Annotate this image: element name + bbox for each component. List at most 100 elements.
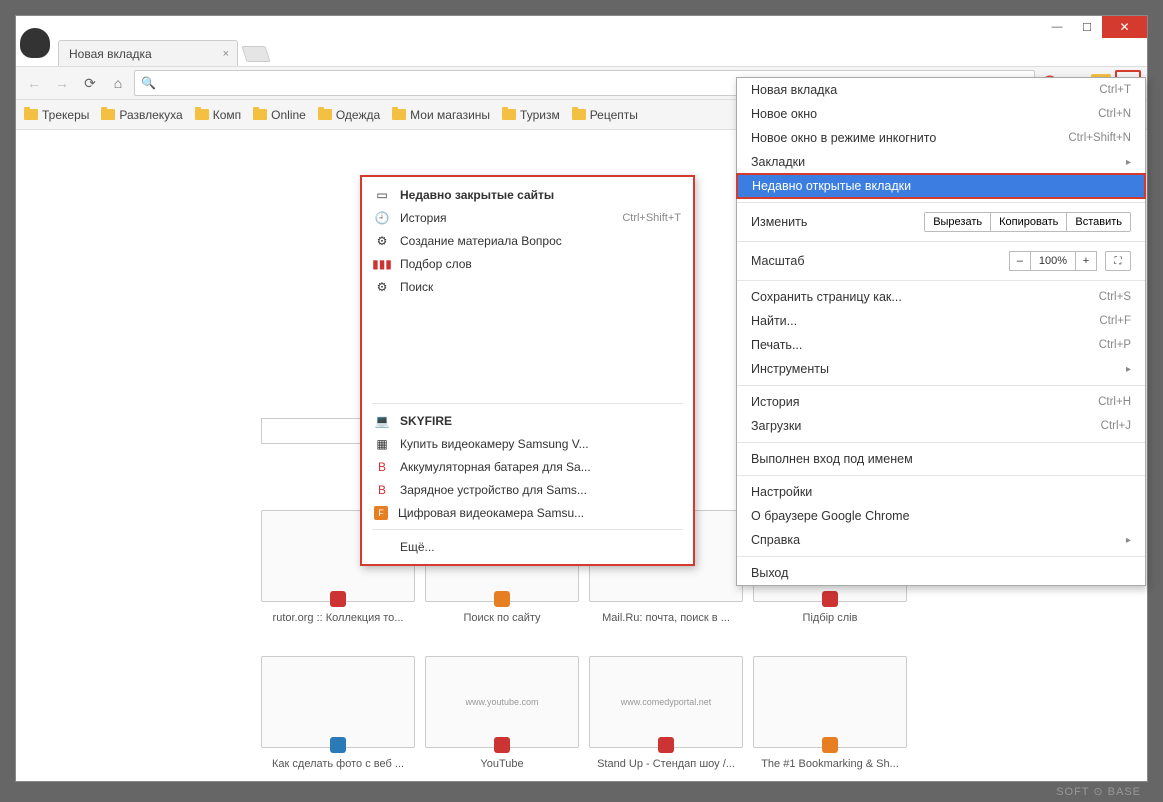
tile-caption: Поиск по сайту xyxy=(425,612,579,624)
submenu-header: ▭Недавно закрытые сайты xyxy=(362,183,693,206)
chevron-right-icon: ▸ xyxy=(1126,364,1131,375)
separator xyxy=(737,202,1145,203)
submenu-item[interactable]: FЦифровая видеокамера Samsu... xyxy=(362,501,693,524)
menu-edit-row: Изменить Вырезать Копировать Вставить xyxy=(737,207,1145,237)
tile-caption: Підбір слів xyxy=(753,612,907,624)
folder-icon xyxy=(24,109,38,120)
bookmark-folder[interactable]: Мои магазины xyxy=(392,108,490,122)
zoom-value: 100% xyxy=(1031,251,1075,271)
bookmark-folder[interactable]: Трекеры xyxy=(24,108,89,122)
bars-icon: ▮▮▮ xyxy=(374,256,390,272)
submenu-item[interactable]: BАккумуляторная батарея для Sa... xyxy=(362,455,693,478)
most-visited-tile[interactable]: The #1 Bookmarking & Sh... xyxy=(753,656,907,770)
separator xyxy=(737,475,1145,476)
separator xyxy=(737,556,1145,557)
folder-icon xyxy=(318,109,332,120)
menu-help[interactable]: Справка▸ xyxy=(737,528,1145,552)
site-icon: B xyxy=(374,459,390,475)
separator xyxy=(737,442,1145,443)
folder-icon xyxy=(392,109,406,120)
tile-badge-icon xyxy=(494,591,510,607)
tile-thumb: www.youtube.com xyxy=(425,656,579,748)
menu-print[interactable]: Печать...Ctrl+P xyxy=(737,333,1145,357)
most-visited-tile[interactable]: www.comedyportal.net Stand Up - Стендап ш… xyxy=(589,656,743,770)
bookmark-folder[interactable]: Рецепты xyxy=(572,108,638,122)
tile-badge-icon xyxy=(822,591,838,607)
home-button[interactable]: ⌂ xyxy=(106,71,130,95)
zoom-in-button[interactable]: + xyxy=(1075,251,1097,271)
new-tab-button[interactable] xyxy=(241,46,270,62)
paste-button[interactable]: Вставить xyxy=(1066,213,1130,231)
bookmark-folder[interactable]: Одежда xyxy=(318,108,380,122)
menu-settings[interactable]: Настройки xyxy=(737,480,1145,504)
zoom-out-button[interactable]: – xyxy=(1009,251,1031,271)
folder-icon xyxy=(101,109,115,120)
submenu-item[interactable]: ⚙Создание материала Вопрос xyxy=(362,229,693,252)
menu-find[interactable]: Найти...Ctrl+F xyxy=(737,309,1145,333)
browser-tab[interactable]: Новая вкладка × xyxy=(58,40,238,66)
maximize-button[interactable]: ☐ xyxy=(1072,16,1102,38)
separator xyxy=(737,280,1145,281)
bookmark-folder[interactable]: Развлекуха xyxy=(101,108,182,122)
fullscreen-button[interactable]: ⛶ xyxy=(1105,251,1131,271)
chevron-right-icon: ▸ xyxy=(1126,157,1131,168)
tile-badge-icon xyxy=(494,737,510,753)
submenu-item[interactable]: ▦Купить видеокамеру Samsung V... xyxy=(362,432,693,455)
menu-exit[interactable]: Выход xyxy=(737,561,1145,585)
tile-caption: Stand Up - Стендап шоу /... xyxy=(589,758,743,770)
menu-tools[interactable]: Инструменты▸ xyxy=(737,357,1145,381)
submenu-item-history[interactable]: 🕘ИсторияCtrl+Shift+T xyxy=(362,206,693,229)
menu-history[interactable]: ИсторияCtrl+H xyxy=(737,390,1145,414)
window-icon: ▭ xyxy=(374,187,390,203)
submenu-more[interactable]: Ещё... xyxy=(362,535,693,558)
most-visited-tile[interactable]: www.youtube.com YouTube xyxy=(425,656,579,770)
menu-recent-tabs[interactable]: Недавно открытые вкладки xyxy=(736,173,1146,199)
menu-signed-in[interactable]: Выполнен вход под именем xyxy=(737,447,1145,471)
folder-icon xyxy=(502,109,516,120)
separator xyxy=(372,529,683,530)
menu-new-window[interactable]: Новое окноCtrl+N xyxy=(737,102,1145,126)
tab-strip: Новая вкладка × xyxy=(16,38,1147,66)
site-icon: ▦ xyxy=(374,436,390,452)
folder-icon xyxy=(572,109,586,120)
menu-downloads[interactable]: ЗагрузкиCtrl+J xyxy=(737,414,1145,438)
tab-close-icon[interactable]: × xyxy=(223,48,229,60)
menu-zoom-row: Масштаб – 100% + ⛶ xyxy=(737,246,1145,276)
separator xyxy=(372,403,683,404)
menu-bookmarks[interactable]: Закладки▸ xyxy=(737,150,1145,174)
bookmark-folder[interactable]: Комп xyxy=(195,108,241,122)
cut-button[interactable]: Вырезать xyxy=(925,213,990,231)
laptop-icon: 💻 xyxy=(374,413,390,429)
tile-thumb: www.comedyportal.net xyxy=(589,656,743,748)
minimize-button[interactable]: — xyxy=(1042,16,1072,38)
menu-save-as[interactable]: Сохранить страницу как...Ctrl+S xyxy=(737,285,1145,309)
forward-button[interactable]: → xyxy=(50,71,74,95)
tile-caption: The #1 Bookmarking & Sh... xyxy=(753,758,907,770)
submenu-item[interactable]: BЗарядное устройство для Sams... xyxy=(362,478,693,501)
tile-caption: YouTube xyxy=(425,758,579,770)
tile-caption: Mail.Ru: почта, поиск в ... xyxy=(589,612,743,624)
gear-icon: ⚙ xyxy=(374,279,390,295)
chevron-right-icon: ▸ xyxy=(1126,535,1131,546)
separator xyxy=(737,241,1145,242)
submenu-item[interactable]: ▮▮▮Подбор слов xyxy=(362,252,693,275)
menu-new-tab[interactable]: Новая вкладкаCtrl+T xyxy=(737,78,1145,102)
clock-icon: 🕘 xyxy=(374,210,390,226)
close-window-button[interactable]: ✕ xyxy=(1102,16,1147,38)
back-button[interactable]: ← xyxy=(22,71,46,95)
submenu-device: 💻SKYFIRE xyxy=(362,409,693,432)
tile-caption: rutor.org :: Коллекция то... xyxy=(261,612,415,624)
titlebar: — ☐ ✕ xyxy=(16,16,1147,38)
recent-tabs-submenu: ▭Недавно закрытые сайты 🕘ИсторияCtrl+Shi… xyxy=(360,175,695,566)
submenu-item[interactable]: ⚙Поиск xyxy=(362,275,693,298)
tile-badge-icon xyxy=(330,737,346,753)
profile-icon[interactable] xyxy=(20,28,50,58)
search-icon: 🔍 xyxy=(141,76,156,90)
menu-about[interactable]: О браузере Google Chrome xyxy=(737,504,1145,528)
reload-button[interactable]: ⟳ xyxy=(78,71,102,95)
bookmark-folder[interactable]: Туризм xyxy=(502,108,560,122)
most-visited-tile[interactable]: Как сделать фото с веб ... xyxy=(261,656,415,770)
menu-incognito[interactable]: Новое окно в режиме инкогнитоCtrl+Shift+… xyxy=(737,126,1145,150)
bookmark-folder[interactable]: Online xyxy=(253,108,306,122)
copy-button[interactable]: Копировать xyxy=(990,213,1066,231)
